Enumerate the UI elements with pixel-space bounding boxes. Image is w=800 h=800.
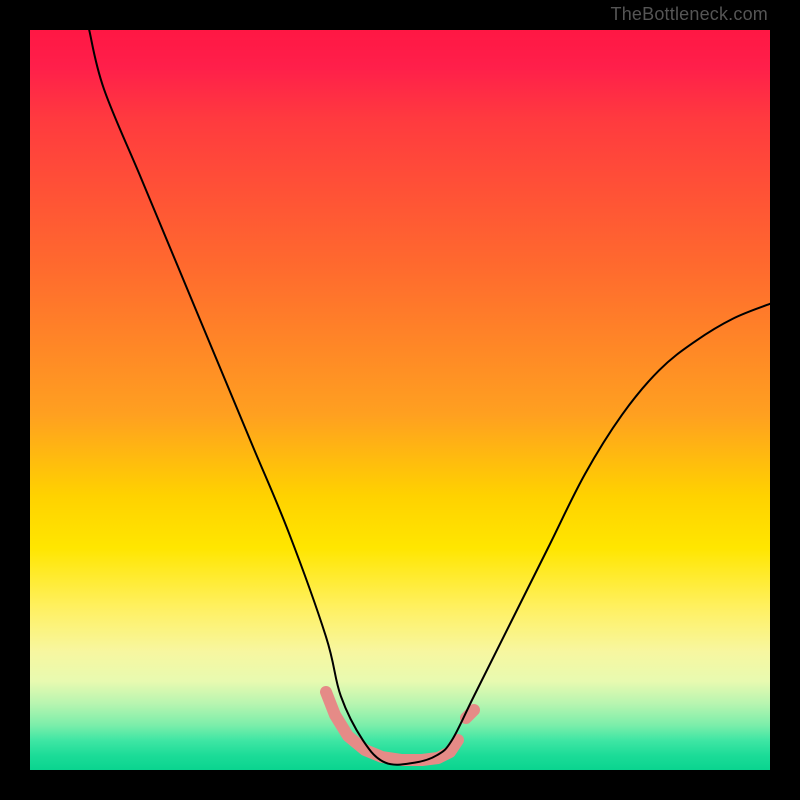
watermark-text: TheBottleneck.com xyxy=(611,4,768,25)
highlight-flat-region xyxy=(326,692,458,760)
chart-svg xyxy=(30,30,770,770)
chart-frame: TheBottleneck.com xyxy=(0,0,800,800)
plot-area xyxy=(30,30,770,770)
highlight-layer xyxy=(326,692,474,760)
curve-layer xyxy=(89,30,770,765)
series-bottleneck-curve xyxy=(89,30,770,765)
